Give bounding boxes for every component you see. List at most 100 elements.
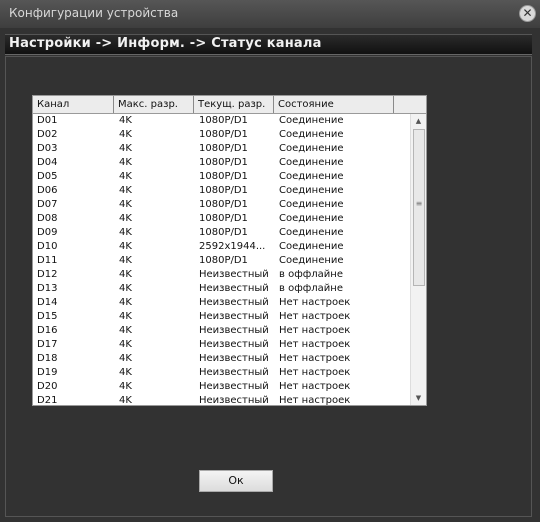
cell-current-resolution: 2592x1944... — [199, 241, 266, 252]
channel-status-table: Канал Макс. разр. Текущ. разр. Состояние… — [32, 95, 427, 406]
cell-channel: D18 — [37, 353, 58, 364]
table-row[interactable]: D18 4K Неизвестный Нет настроек — [33, 352, 410, 366]
cell-channel: D12 — [37, 269, 58, 280]
cell-current-resolution: 1080P/D1 — [199, 255, 248, 266]
table-row[interactable]: D10 4K 2592x1944... Соединение — [33, 240, 410, 254]
table-row[interactable]: D07 4K 1080P/D1 Соединение — [33, 198, 410, 212]
table-header: Канал Макс. разр. Текущ. разр. Состояние — [33, 96, 426, 114]
table-row[interactable]: D01 4K 1080P/D1 Соединение — [33, 114, 410, 128]
cell-max-resolution: 4K — [119, 395, 132, 405]
cell-current-resolution: 1080P/D1 — [199, 213, 248, 224]
cell-max-resolution: 4K — [119, 353, 132, 364]
cell-max-resolution: 4K — [119, 227, 132, 238]
table-row[interactable]: D12 4K Неизвестный в оффлайне — [33, 268, 410, 282]
cell-max-resolution: 4K — [119, 283, 132, 294]
cell-state: Соединение — [279, 241, 344, 252]
cell-max-resolution: 4K — [119, 381, 132, 392]
cell-current-resolution: 1080P/D1 — [199, 115, 248, 126]
cell-max-resolution: 4K — [119, 339, 132, 350]
cell-max-resolution: 4K — [119, 297, 132, 308]
close-icon: ✕ — [522, 6, 533, 20]
cell-max-resolution: 4K — [119, 255, 132, 266]
table-row[interactable]: D14 4K Неизвестный Нет настроек — [33, 296, 410, 310]
cell-current-resolution: Неизвестный — [199, 367, 269, 378]
breadcrumb: Настройки -> Информ. -> Статус канала — [9, 36, 322, 51]
cell-state: Нет настроек — [279, 395, 351, 405]
cell-current-resolution: Неизвестный — [199, 283, 269, 294]
cell-state: Нет настроек — [279, 381, 351, 392]
breadcrumb-bar: Настройки -> Информ. -> Статус канала — [5, 34, 532, 55]
config-dialog: Конфигурации устройства ✕ Настройки -> И… — [0, 0, 540, 522]
cell-channel: D04 — [37, 157, 58, 168]
column-header-max-resolution[interactable]: Макс. разр. — [114, 96, 194, 113]
cell-max-resolution: 4K — [119, 185, 132, 196]
cell-current-resolution: 1080P/D1 — [199, 143, 248, 154]
cell-max-resolution: 4K — [119, 213, 132, 224]
cell-state: Нет настроек — [279, 311, 351, 322]
table-row[interactable]: D06 4K 1080P/D1 Соединение — [33, 184, 410, 198]
cell-channel: D16 — [37, 325, 58, 336]
cell-state: Соединение — [279, 115, 344, 126]
cell-current-resolution: 1080P/D1 — [199, 157, 248, 168]
table-row[interactable]: D03 4K 1080P/D1 Соединение — [33, 142, 410, 156]
cell-max-resolution: 4K — [119, 129, 132, 140]
column-header-current-resolution[interactable]: Текущ. разр. — [194, 96, 274, 113]
cell-state: Соединение — [279, 157, 344, 168]
table-row[interactable]: D11 4K 1080P/D1 Соединение — [33, 254, 410, 268]
cell-channel: D19 — [37, 367, 58, 378]
cell-state: Нет настроек — [279, 367, 351, 378]
cell-channel: D01 — [37, 115, 58, 126]
cell-current-resolution: Неизвестный — [199, 353, 269, 364]
cell-current-resolution: Неизвестный — [199, 325, 269, 336]
cell-state: Соединение — [279, 171, 344, 182]
cell-current-resolution: Неизвестный — [199, 339, 269, 350]
cell-current-resolution: Неизвестный — [199, 395, 269, 405]
table-row[interactable]: D19 4K Неизвестный Нет настроек — [33, 366, 410, 380]
table-row[interactable]: D21 4K Неизвестный Нет настроек — [33, 394, 410, 405]
cell-max-resolution: 4K — [119, 199, 132, 210]
scroll-up-arrow-icon[interactable]: ▲ — [411, 114, 426, 128]
table-row[interactable]: D13 4K Неизвестный в оффлайне — [33, 282, 410, 296]
cell-state: Нет настроек — [279, 339, 351, 350]
column-header-state[interactable]: Состояние — [274, 96, 394, 113]
cell-max-resolution: 4K — [119, 367, 132, 378]
table-row[interactable]: D08 4K 1080P/D1 Соединение — [33, 212, 410, 226]
close-button[interactable]: ✕ — [519, 5, 536, 22]
table-row[interactable]: D16 4K Неизвестный Нет настроек — [33, 324, 410, 338]
table-body: D01 4K 1080P/D1 Соединение D02 4K 1080P/D1 Соед… — [33, 114, 410, 405]
cell-max-resolution: 4K — [119, 325, 132, 336]
cell-channel: D21 — [37, 395, 58, 405]
cell-channel: D08 — [37, 213, 58, 224]
cell-current-resolution: Неизвестный — [199, 297, 269, 308]
scrollbar-thumb[interactable]: ≡ — [413, 129, 425, 286]
cell-max-resolution: 4K — [119, 269, 132, 280]
ok-button[interactable]: Ок — [199, 470, 273, 492]
table-row[interactable]: D02 4K 1080P/D1 Соединение — [33, 128, 410, 142]
cell-channel: D06 — [37, 185, 58, 196]
title-bar[interactable]: Конфигурации устройства ✕ — [0, 0, 540, 28]
table-row[interactable]: D04 4K 1080P/D1 Соединение — [33, 156, 410, 170]
table-row[interactable]: D17 4K Неизвестный Нет настроек — [33, 338, 410, 352]
cell-channel: D07 — [37, 199, 58, 210]
column-header-channel[interactable]: Канал — [33, 96, 114, 113]
cell-current-resolution: Неизвестный — [199, 381, 269, 392]
table-row[interactable]: D05 4K 1080P/D1 Соединение — [33, 170, 410, 184]
cell-state: Соединение — [279, 129, 344, 140]
window-title: Конфигурации устройства — [9, 6, 179, 20]
cell-channel: D10 — [37, 241, 58, 252]
scroll-down-arrow-icon[interactable]: ▼ — [411, 391, 426, 405]
cell-channel: D09 — [37, 227, 58, 238]
cell-current-resolution: Неизвестный — [199, 311, 269, 322]
table-row[interactable]: D15 4K Неизвестный Нет настроек — [33, 310, 410, 324]
cell-max-resolution: 4K — [119, 115, 132, 126]
table-row[interactable]: D09 4K 1080P/D1 Соединение — [33, 226, 410, 240]
cell-current-resolution: 1080P/D1 — [199, 199, 248, 210]
cell-channel: D20 — [37, 381, 58, 392]
cell-max-resolution: 4K — [119, 241, 132, 252]
cell-channel: D05 — [37, 171, 58, 182]
cell-channel: D13 — [37, 283, 58, 294]
vertical-scrollbar[interactable]: ▲ ≡ ▼ — [410, 114, 426, 405]
cell-channel: D03 — [37, 143, 58, 154]
cell-channel: D11 — [37, 255, 58, 266]
table-row[interactable]: D20 4K Неизвестный Нет настроек — [33, 380, 410, 394]
